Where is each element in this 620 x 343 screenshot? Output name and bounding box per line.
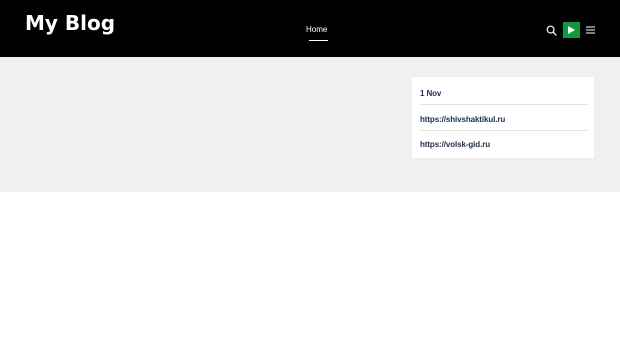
nav-active-indicator <box>309 40 328 41</box>
site-header: My Blog Home <box>0 0 620 57</box>
widget-item-date[interactable]: 1 Nov <box>420 89 587 99</box>
site-title-link[interactable]: My Blog <box>25 10 115 36</box>
widget-divider <box>420 130 588 131</box>
play-button[interactable] <box>563 22 580 38</box>
hamburger-menu-icon[interactable] <box>586 26 595 34</box>
search-icon[interactable] <box>546 25 557 36</box>
nav-item-home[interactable]: Home <box>306 24 327 36</box>
widget-divider <box>420 104 588 105</box>
play-icon <box>568 26 575 34</box>
sidebar-widget: 1 Nov https://shivshaktikul.ru https://v… <box>412 77 594 158</box>
widget-item-link[interactable]: https://volsk-gid.ru <box>420 140 587 150</box>
widget-item-link[interactable]: https://shivshaktikul.ru <box>420 115 587 125</box>
